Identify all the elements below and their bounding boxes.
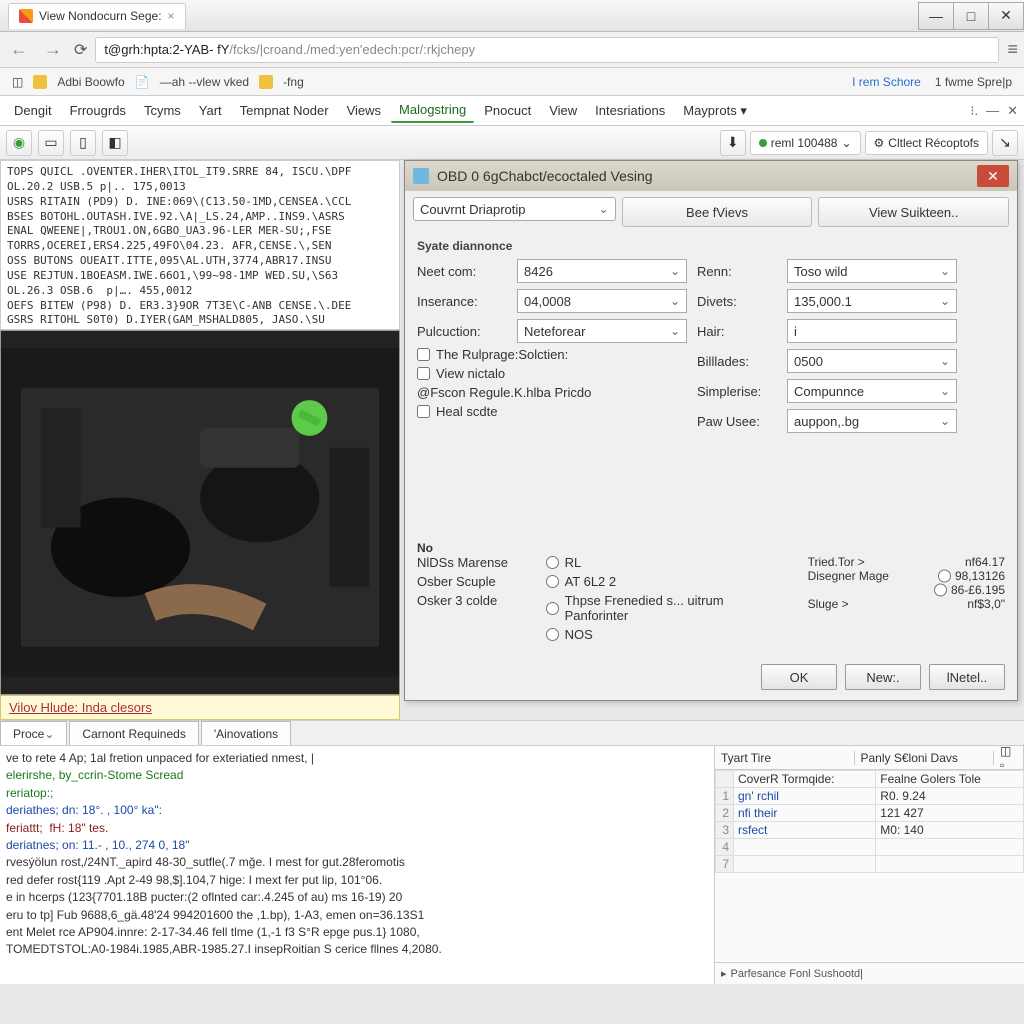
status-tag[interactable]: ⚙Cltlect Récoptofs [865, 131, 988, 155]
menu-views[interactable]: Views [339, 99, 389, 122]
inetel-button[interactable]: lNetel.. [929, 664, 1005, 690]
section-label: Syate diannonce [417, 239, 1005, 253]
bookmark-item[interactable]: —ah --vlew vked [160, 75, 249, 89]
tab-close-icon[interactable]: × [168, 9, 175, 23]
inserance-select[interactable]: 04,0008 [517, 289, 687, 313]
menu-intesriations[interactable]: Intesriations [587, 99, 673, 122]
sidepanel-header: Tyart TirePanly S€loni Davs◫ ▫ [715, 746, 1024, 770]
hair-input[interactable]: i [787, 319, 957, 343]
favicon-icon [19, 9, 33, 23]
sidepanel-footer: ▸ Parfesance Fonl Sushootd| [715, 962, 1024, 984]
check-fscon[interactable]: @Fscon Regule.K.hlba Pricdo [417, 385, 687, 400]
field-label: Neet com: [417, 264, 507, 279]
minimize-button[interactable]: — [918, 2, 954, 30]
field-label: Simplerise: [697, 384, 777, 399]
gear-icon: ⚙ [874, 136, 885, 150]
dialog-icon [413, 168, 429, 184]
maximize-button[interactable]: □ [953, 2, 989, 30]
dialog-tab[interactable]: Bee fVievs [622, 197, 813, 227]
menubar-close-icon[interactable]: ✕ [1007, 103, 1018, 119]
menu-icon[interactable]: ≡ [1007, 39, 1018, 60]
menu-yart[interactable]: Yart [191, 99, 230, 122]
ok-button[interactable]: OK [761, 664, 837, 690]
field-label: Pulcuction: [417, 324, 507, 339]
radio-option[interactable]: AT 6L2 2 [546, 574, 788, 589]
field-label: Hair: [697, 324, 777, 339]
forward-icon[interactable]: → [40, 39, 66, 60]
toolbar-button[interactable]: ⬇ [720, 130, 746, 156]
field-label: Paw Usee: [697, 414, 777, 429]
menu-frrougrds[interactable]: Frrougrds [62, 99, 134, 122]
bookmark-link[interactable]: 1 fwme Spre|p [935, 75, 1012, 89]
menu-tempnat[interactable]: Tempnat Noder [232, 99, 337, 122]
bookmarks-bar: ◫ Adbi Boowfo 📄 —ah --vlew vked -fng I r… [0, 68, 1024, 96]
tab-title: View Nondocurn Sege: [39, 9, 162, 23]
radio-option[interactable]: Thpse Frenedied s... uitrum Panforinter [546, 593, 788, 623]
bookmark-icon [259, 75, 273, 89]
menu-tcyms[interactable]: Tcyms [136, 99, 189, 122]
menu-malogstring[interactable]: Malogstring [391, 98, 474, 123]
radio-label: Osker 3 colde [417, 593, 526, 608]
bookmark-icon [33, 75, 47, 89]
toolbar-button[interactable]: ▭ [38, 130, 64, 156]
menu-pnocuct[interactable]: Pnocuct [476, 99, 539, 122]
menubar-config-icon[interactable]: ⁝. [970, 103, 978, 119]
bookmark-icon: 📄 [135, 75, 150, 89]
bottom-tab[interactable]: 'Ainovations [201, 721, 291, 745]
menu-dengit[interactable]: Dengit [6, 99, 60, 122]
bookmark-link[interactable]: I rem Schore [852, 75, 921, 89]
dialog-title: OBD 0 6gChabct/ecoctaled Vesing [437, 168, 653, 184]
console-output: ve to rete 4 Ap; 1al fretion unpaced for… [0, 746, 714, 984]
field-label: Divets: [697, 294, 777, 309]
paw-usee-select[interactable]: auppon,.bg [787, 409, 957, 433]
simplerise-select[interactable]: Compunnce [787, 379, 957, 403]
caption-link[interactable]: Vilov Hlude: Inda clesors [9, 700, 152, 715]
address-bar[interactable]: t@grh:hpta:2-YAB- fY /fcks/|croand./med:… [95, 37, 999, 63]
field-label: Billlades: [697, 354, 777, 369]
check-view-nictalo[interactable]: View nictalo [417, 366, 687, 381]
field-label: Renn: [697, 264, 777, 279]
billades-select[interactable]: 0500 [787, 349, 957, 373]
dialog-tab[interactable]: View Suikteen.. [818, 197, 1009, 227]
main-menubar: Dengit Frrougrds Tcyms Yart Tempnat Node… [0, 96, 1024, 126]
back-icon[interactable]: ← [6, 39, 32, 60]
check-heal-scdte[interactable]: Heal scdte [417, 404, 687, 419]
field-label: Inserance: [417, 294, 507, 309]
neet-com-select[interactable]: 8426 [517, 259, 687, 283]
radio-label: NlDSs Marense [417, 555, 526, 570]
check-rulprage[interactable]: The Rulprage:Solctien: [417, 347, 687, 362]
code-output: TOPS QUICL .OVENTER.IHER\ITOL_IT9.SRRE 8… [0, 160, 400, 330]
bottom-tab[interactable]: Proce [0, 721, 67, 745]
toolbar-button[interactable]: ◧ [102, 130, 128, 156]
sidepanel-table: CoverR Tormqide:Fealne Golers Tole 1gn' … [715, 770, 1024, 962]
dialog-close-button[interactable]: ✕ [977, 165, 1009, 187]
engine-image [0, 330, 400, 695]
bookmark-item[interactable]: -fng [283, 75, 304, 89]
divets-select[interactable]: 135,000.1 [787, 289, 957, 313]
dialog-tab[interactable]: Couvrnt Driaprotip [413, 197, 616, 221]
radio-option[interactable]: NOS [546, 627, 788, 642]
run-button[interactable]: ◉ [6, 130, 32, 156]
renn-select[interactable]: Toso wild [787, 259, 957, 283]
radio-label: Osber Scuple [417, 574, 526, 589]
toolbar-button[interactable]: ↘ [992, 130, 1018, 156]
new-button[interactable]: New:. [845, 664, 921, 690]
section-label: No [417, 541, 1005, 555]
reload-icon[interactable]: ⟳ [74, 40, 87, 60]
radio-option[interactable]: RL [546, 555, 788, 570]
menu-view[interactable]: View [541, 99, 585, 122]
pulcuction-select[interactable]: Neteforear [517, 319, 687, 343]
image-caption: Vilov Hlude: Inda clesors [0, 695, 400, 720]
settings-dialog: OBD 0 6gChabct/ecoctaled Vesing ✕ Couvrn… [404, 160, 1018, 701]
menubar-minimize-icon[interactable]: — [986, 103, 999, 118]
toolbar-button[interactable]: ▯ [70, 130, 96, 156]
close-button[interactable]: ✕ [988, 2, 1024, 30]
apps-icon[interactable]: ◫ [12, 75, 23, 89]
bottom-tab[interactable]: Carnont Requineds [69, 721, 198, 745]
menu-mayprots[interactable]: Mayprots ▾ [675, 99, 755, 123]
browser-tab[interactable]: View Nondocurn Sege: × [8, 3, 186, 29]
status-tag[interactable]: reml 100488⌄ [750, 131, 861, 155]
bookmark-item[interactable]: Adbi Boowfo [57, 75, 124, 89]
